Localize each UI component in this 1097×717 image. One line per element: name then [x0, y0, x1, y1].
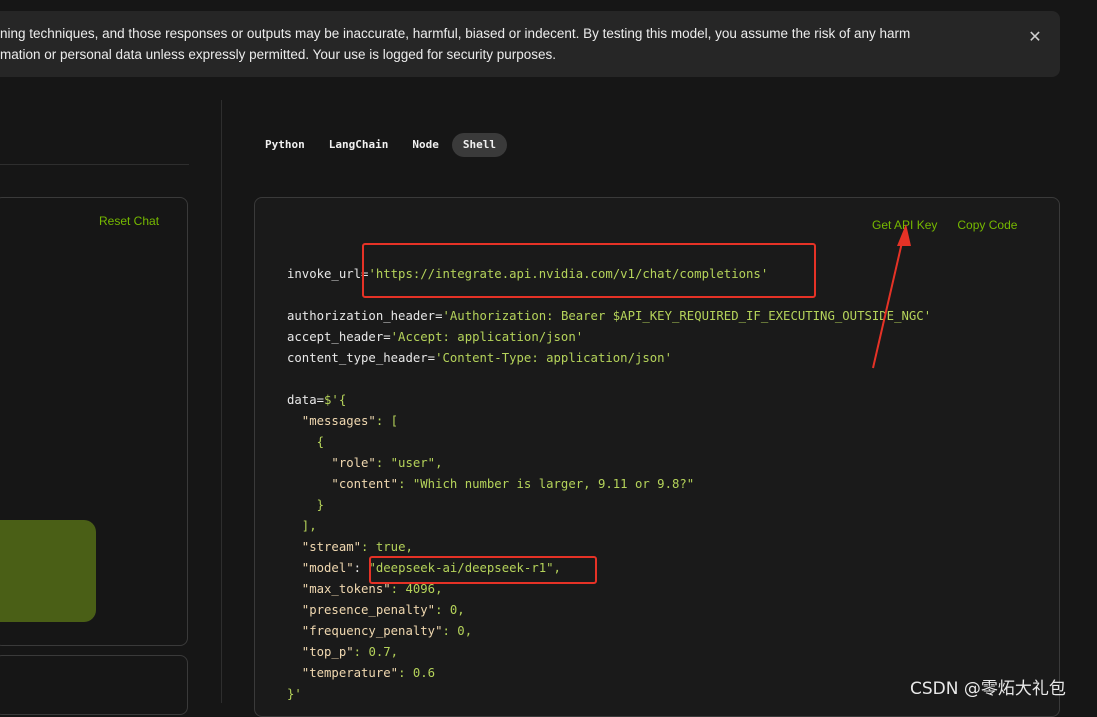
arrow-icon	[872, 224, 911, 369]
arrow-shaft	[872, 237, 904, 369]
arrow-head	[897, 224, 911, 246]
watermark: CSDN @零炻大礼包	[910, 679, 1066, 699]
